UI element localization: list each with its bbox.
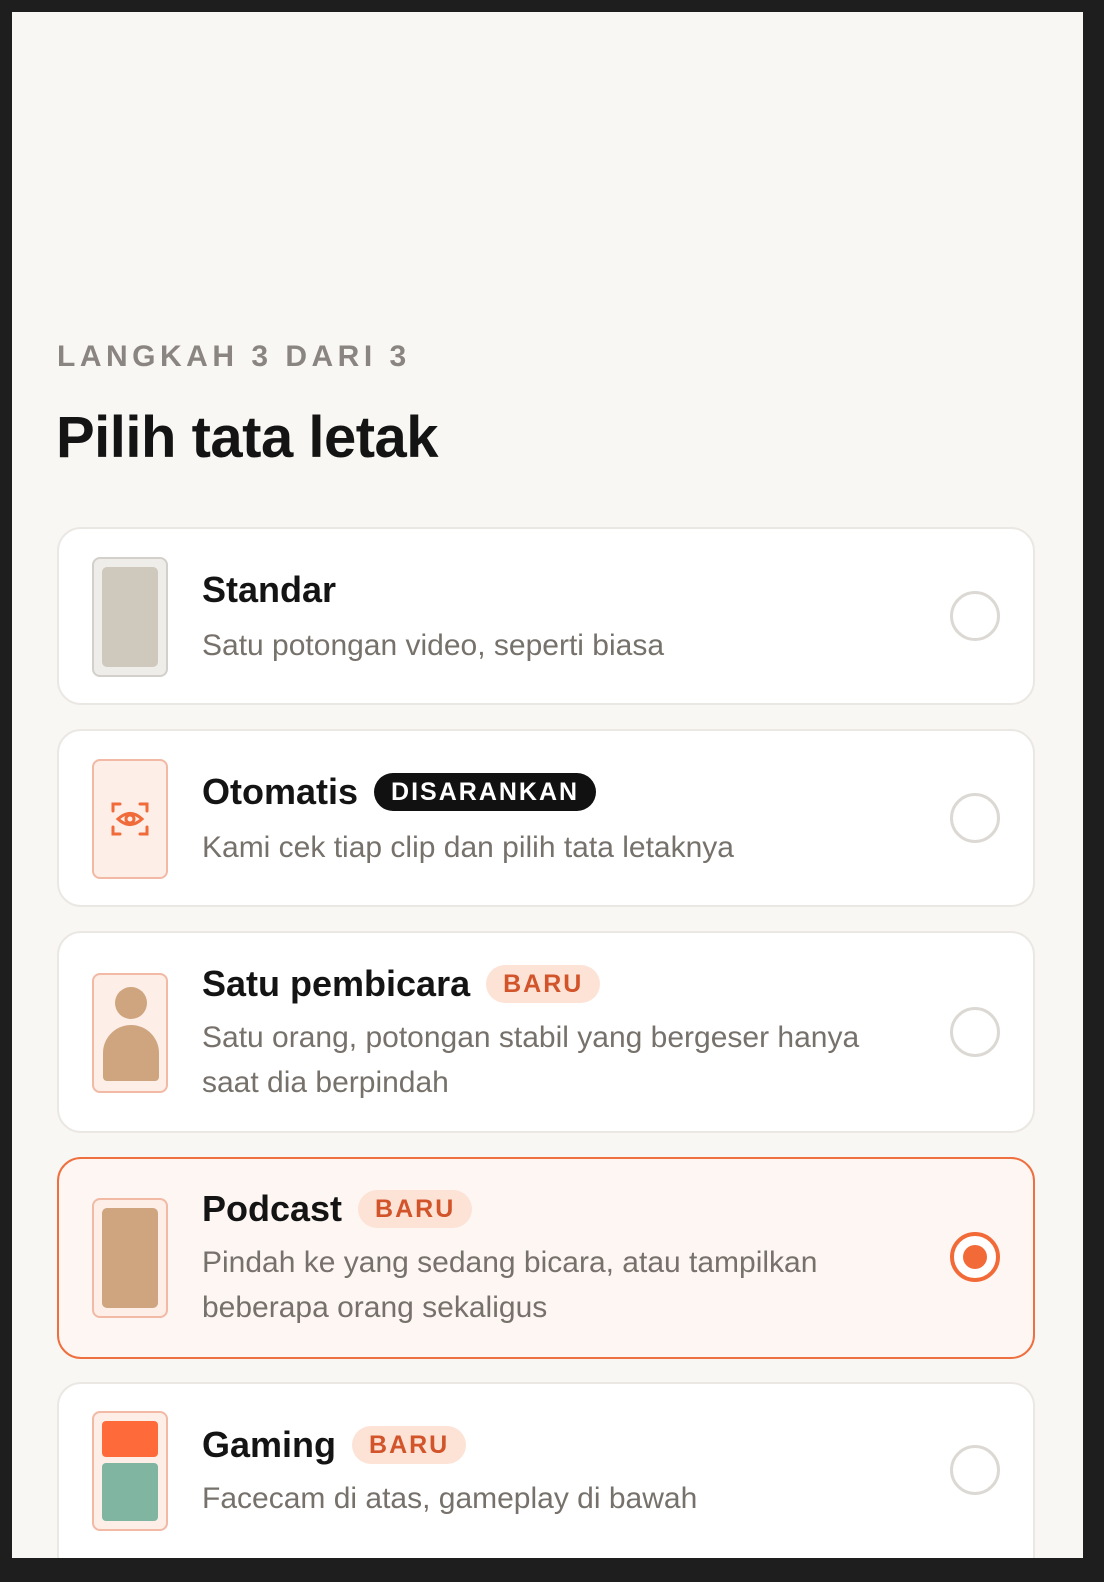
new-badge: BARU (358, 1190, 473, 1228)
option-description: Pindah ke yang sedang bicara, atau tampi… (202, 1246, 818, 1324)
option-title-text: Otomatis (202, 771, 359, 812)
option-title: Otomatis DISARANKAN (202, 771, 597, 813)
option-description: Satu orang, potongan stabil yang bergese… (202, 1021, 860, 1099)
new-badge: BARU (486, 965, 601, 1003)
page-title: Pilih tata letak (56, 405, 439, 470)
recommended-badge: DISARANKAN (374, 773, 597, 811)
radio-button[interactable] (950, 1007, 1000, 1057)
option-description: Satu potongan video, seperti biasa (202, 629, 664, 662)
split-frame-icon (92, 1411, 168, 1531)
radio-button[interactable] (950, 1445, 1000, 1495)
option-description: Kami cek tiap clip dan pilih tata letakn… (202, 831, 734, 864)
person-icon (92, 973, 168, 1093)
radio-button-selected[interactable] (950, 1232, 1000, 1282)
option-title: Standar (202, 569, 336, 611)
radio-button[interactable] (950, 591, 1000, 641)
layout-option-otomatis[interactable]: Otomatis DISARANKAN Kami cek tiap clip d… (57, 729, 1035, 907)
option-title-text: Gaming (202, 1424, 337, 1465)
layout-option-gaming[interactable]: Gaming BARU Facecam di atas, gameplay di… (57, 1382, 1035, 1558)
new-badge: BARU (352, 1426, 467, 1464)
layout-option-standar[interactable]: Standar Satu potongan video, seperti bia… (57, 527, 1035, 705)
single-frame-icon (92, 557, 168, 677)
option-title-text: Satu pembicara (202, 963, 471, 1004)
option-description: Facecam di atas, gameplay di bawah (202, 1482, 698, 1515)
radio-button[interactable] (950, 793, 1000, 843)
option-title: Gaming BARU (202, 1424, 467, 1466)
layout-picker-screen: LANGKAH 3 DARI 3 Pilih tata letak Standa… (12, 12, 1083, 1558)
option-title: Satu pembicara BARU (202, 963, 601, 1005)
podcast-frame-icon (92, 1198, 168, 1318)
layout-option-podcast[interactable]: Podcast BARU Pindah ke yang sedang bicar… (57, 1157, 1035, 1359)
step-indicator: LANGKAH 3 DARI 3 (57, 340, 411, 373)
layout-option-satu-pembicara[interactable]: Satu pembicara BARU Satu orang, potongan… (57, 931, 1035, 1133)
option-title-text: Standar (202, 569, 337, 610)
eye-scan-icon (92, 759, 168, 879)
option-title-text: Podcast (202, 1188, 343, 1229)
option-title: Podcast BARU (202, 1188, 473, 1230)
